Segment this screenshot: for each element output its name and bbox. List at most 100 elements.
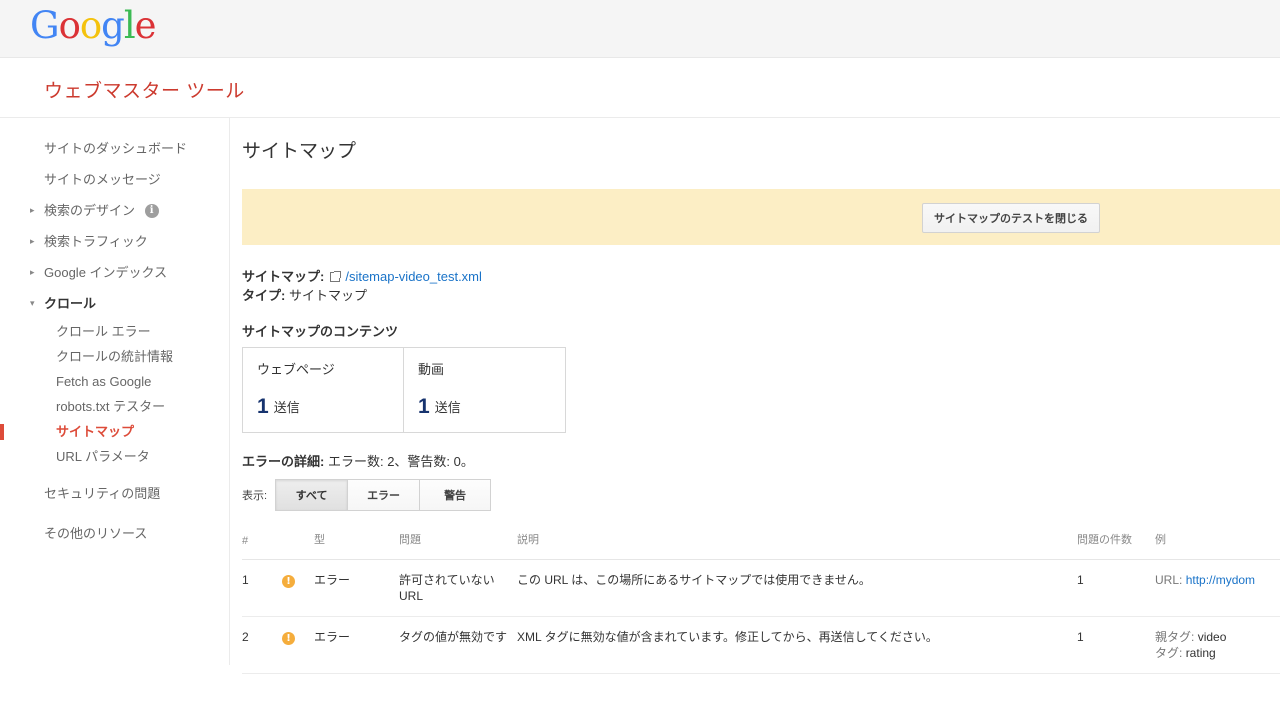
sitemap-label: サイトマップ: [242,269,325,284]
card-number: 1 [257,395,269,418]
logo-letter-1: G [30,4,60,47]
card-unit: 送信 [434,400,461,415]
chevron-right-icon: ▸ [30,267,35,277]
issues-table: # 型 問題 説明 問題の件数 例 1 ! エラー 許可されていない URL こ… [242,531,1280,674]
product-title[interactable]: ウェブマスター ツール [44,76,245,103]
close-sitemap-test-button[interactable]: サイトマップのテストを閉じる [922,203,1100,233]
column-header-index[interactable]: # [242,531,282,560]
sidebar-item-url-parameters[interactable]: URL パラメータ [0,444,230,469]
cell-issue: タグの値が無効です [399,616,517,674]
card-value: 1 送信 [257,395,403,419]
column-header-icon [282,531,314,560]
sidebar-item-label: クロールの統計情報 [56,349,174,364]
cell-issue: 許可されていない URL [399,559,517,617]
sidebar-item-robots-tester[interactable]: robots.txt テスター [0,394,230,419]
sidebar-item-label: セキュリティの問題 [44,486,161,501]
type-value: サイトマップ [288,288,367,303]
sidebar-item-label: その他のリソース [44,526,148,541]
column-header-issue[interactable]: 問題 [399,531,517,560]
cell-count: 1 [1077,559,1155,617]
card-unit: 送信 [273,400,300,415]
sidebar-item-label: Google インデックス [44,265,168,280]
card-label: 動画 [418,362,445,377]
table-row[interactable]: 2 ! エラー タグの値が無効です XML タグに無効な値が含まれています。修正… [242,616,1280,674]
sidebar-item-label: サイトマップ [56,424,135,439]
filter-warnings-button[interactable]: 警告 [419,479,492,511]
column-header-example[interactable]: 例 [1155,531,1280,560]
sidebar-item-search-appearance[interactable]: ▸ 検索のデザイン i [0,195,230,226]
error-summary-label: エラーの詳細: [242,454,325,469]
sitemap-test-banner: サイトマップのテストを閉じる [242,189,1280,245]
logo-letter-4: g [101,4,125,47]
content-card-webpages: ウェブページ 1 送信 [243,348,404,432]
example-value-2: rating [1185,646,1216,660]
sitemap-meta-url: サイトマップ: /sitemap-video_test.xml [242,267,1280,286]
example-line-2: タグ: rating [1155,645,1280,661]
chevron-right-icon: ▸ [30,205,35,215]
main-content: サイトマップ サイトマップのテストを閉じる サイトマップ: /sitemap-vi… [230,118,1280,720]
card-label: ウェブページ [257,362,335,377]
sidebar-item-other-resources[interactable]: その他のリソース [0,518,230,549]
table-row[interactable]: 1 ! エラー 許可されていない URL この URL は、この場所にあるサイト… [242,559,1280,617]
filter-all-button[interactable]: すべて [275,479,348,511]
sidebar-item-label: URL パラメータ [56,449,150,464]
page-body: サイトのダッシュボード サイトのメッセージ ▸ 検索のデザイン i ▸ 検索トラ… [0,118,1280,720]
cell-example: URL: http://mydom [1155,559,1280,617]
column-header-count[interactable]: 問題の件数 [1077,531,1155,560]
sitemap-url-link[interactable]: /sitemap-video_test.xml [345,269,482,284]
sidebar-item-label: 検索トラフィック [44,234,148,249]
sidebar-item-messages[interactable]: サイトのメッセージ [0,164,230,195]
filter-errors-button[interactable]: エラー [347,479,420,511]
sidebar-item-sitemaps[interactable]: サイトマップ [0,419,230,444]
warning-icon: ! [282,575,295,588]
sidebar-item-crawl-stats[interactable]: クロールの統計情報 [0,344,230,369]
sidebar-item-security-issues[interactable]: セキュリティの問題 [0,478,230,509]
cell-example: 親タグ: video タグ: rating [1155,616,1280,674]
cell-icon: ! [282,616,314,674]
logo-letter-6: e [134,4,157,47]
warning-icon: ! [282,632,295,645]
google-logo[interactable]: Google [30,4,157,47]
example-label: URL: [1155,573,1183,587]
cell-description: この URL は、この場所にあるサイトマップでは使用できません。 [517,559,1077,617]
cell-count: 1 [1077,616,1155,674]
sidebar-item-google-index[interactable]: ▸ Google インデックス [0,257,230,288]
error-summary-text: エラー数: 2、警告数: 0。 [327,454,474,469]
chevron-down-icon: ▾ [30,298,35,308]
filter-label: 表示: [242,490,268,502]
sitemap-meta-type: タイプ: サイトマップ [242,286,1280,305]
logo-letter-2: o [58,4,81,47]
chevron-right-icon: ▸ [30,236,35,246]
logo-letter-5: l [123,4,136,47]
sidebar-item-label: クロール エラー [56,324,151,339]
sidebar-item-fetch-as-google[interactable]: Fetch as Google [0,369,230,394]
sitemap-contents-title: サイトマップのコンテンツ [242,324,399,339]
sidebar-item-crawl-errors[interactable]: クロール エラー [0,319,230,344]
sidebar-item-dashboard[interactable]: サイトのダッシュボード [0,133,230,164]
example-line-1: URL: http://mydom [1155,572,1280,588]
column-header-description[interactable]: 説明 [517,531,1077,560]
column-header-type[interactable]: 型 [314,531,399,560]
card-value: 1 送信 [418,395,565,419]
google-bar: Google [0,0,1280,58]
sidebar-item-crawl[interactable]: ▾ クロール [0,288,230,319]
issues-table-body: 1 ! エラー 許可されていない URL この URL は、この場所にあるサイト… [242,559,1280,674]
sidebar-item-label: 検索のデザイン [44,203,136,218]
info-icon[interactable]: i [144,203,159,218]
product-bar: ウェブマスター ツール [0,58,1280,118]
sitemap-contents-cards: ウェブページ 1 送信 動画 1 送信 [242,347,566,433]
page-title: サイトマップ [242,141,357,162]
example-line-1: 親タグ: video [1155,629,1280,645]
content-card-videos: 動画 1 送信 [404,348,565,432]
logo-letter-3: o [79,4,102,47]
table-header-row: # 型 問題 説明 問題の件数 例 [242,531,1280,560]
issue-filters: 表示: すべて エラー 警告 [242,479,1280,511]
sidebar-item-search-traffic[interactable]: ▸ 検索トラフィック [0,226,230,257]
cell-type: エラー [314,559,399,617]
example-label-2: タグ: [1155,646,1183,660]
example-value[interactable]: http://mydom [1186,573,1255,587]
sidebar-item-label: クロール [44,296,97,311]
sidebar: サイトのダッシュボード サイトのメッセージ ▸ 検索のデザイン i ▸ 検索トラ… [0,118,230,720]
